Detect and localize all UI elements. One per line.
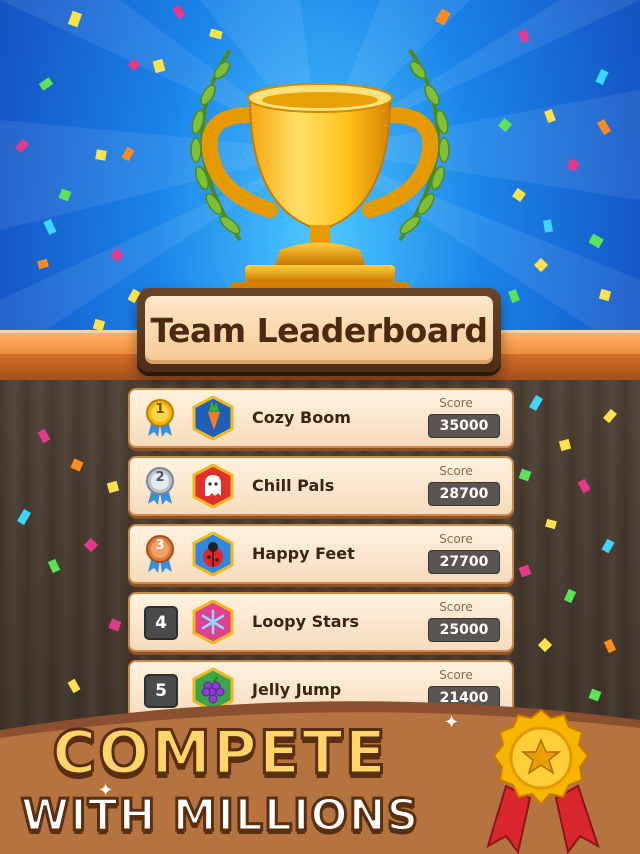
- sparkle-icon: ✦: [444, 712, 460, 733]
- title-plank: Team Leaderboard: [137, 288, 501, 372]
- score-label: Score: [439, 532, 473, 546]
- team-name: Chill Pals: [252, 476, 335, 495]
- score-value: 35000: [428, 414, 500, 438]
- star-medal-icon: [486, 708, 600, 854]
- rank-number: 3: [155, 538, 165, 553]
- score-value: 28700: [428, 482, 500, 506]
- score-label: Score: [439, 464, 473, 478]
- list-item[interactable]: 4 Loopy Stars Score 25000: [128, 592, 514, 652]
- list-item[interactable]: 2 Chill Pals Score 28700: [128, 456, 514, 516]
- ladybug-icon: [192, 532, 234, 576]
- compete-text: COMPETE: [51, 717, 388, 790]
- list-item[interactable]: 1 Cozy Boom Score 35000: [128, 388, 514, 448]
- page-title: Team Leaderboard: [150, 310, 488, 350]
- with-millions-text: WITH MILLIONS: [19, 789, 420, 843]
- score-label: Score: [439, 396, 473, 410]
- rank-number: 4: [144, 606, 178, 640]
- leaderboard-list[interactable]: 1 Cozy Boom Score 35000 2 Chill Pals Sco…: [128, 388, 514, 728]
- list-item[interactable]: 3 Happy Feet Score 27700: [128, 524, 514, 584]
- score-label: Score: [439, 600, 473, 614]
- carrot-icon: [192, 396, 234, 440]
- rank-number: 2: [155, 470, 165, 485]
- trophy-icon: [190, 48, 450, 302]
- title-inner: Team Leaderboard: [145, 296, 493, 364]
- team-name: Happy Feet: [252, 544, 355, 563]
- team-name: Loopy Stars: [252, 612, 360, 631]
- sparkle-icon: ✦: [98, 780, 114, 801]
- score-value: 25000: [428, 618, 500, 642]
- snowflake-icon: [192, 600, 234, 644]
- rank-number: 1: [155, 402, 165, 417]
- leaderboard-screen: Team Leaderboard 1 Cozy Boom Score 35000: [0, 0, 640, 854]
- ghost-icon: [192, 464, 234, 508]
- team-name: Cozy Boom: [252, 408, 351, 427]
- score-value: 27700: [428, 550, 500, 574]
- score-label: Score: [439, 668, 473, 682]
